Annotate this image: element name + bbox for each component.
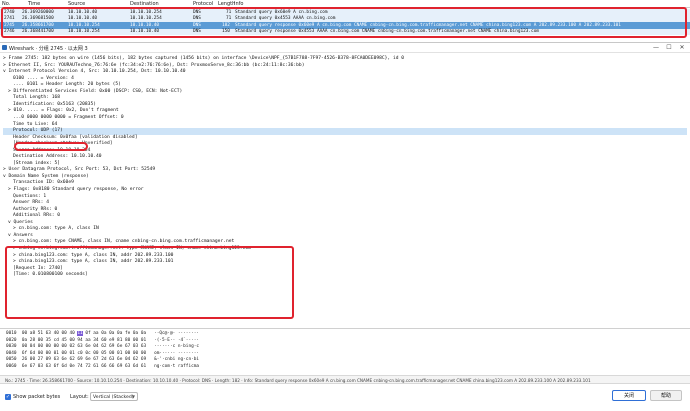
hex-dump-pane[interactable]: 0010 00 a8 51 63 40 00 40 11 0f aa 0a 0a… bbox=[0, 328, 690, 373]
wireshark-icon bbox=[2, 45, 7, 50]
hex-row: 0020 0a 28 00 35 cd 45 00 94 aa 34 60 e9… bbox=[6, 337, 200, 343]
chevron-down-icon: ▼ bbox=[131, 394, 135, 399]
layout-label: Layout: bbox=[70, 394, 89, 400]
status-bar: No.: 2745 · Time: 26.358661700 · Source:… bbox=[0, 375, 690, 384]
close-button[interactable]: 关闭 bbox=[612, 390, 646, 401]
hex-row: 0030 00 04 00 00 00 00 02 63 6e 04 62 69… bbox=[6, 344, 200, 349]
packet-row[interactable]: 2746 26.368441700 10.10.10.254 10.10.10.… bbox=[0, 28, 690, 35]
packet-detail-tree[interactable]: > Frame 2745: 182 bytes on wire (1456 bi… bbox=[3, 56, 687, 361]
status-text: No.: 2745 · Time: 26.358661700 · Source:… bbox=[5, 378, 591, 383]
layout-select[interactable]: Vertical (Stacked) ▼ bbox=[90, 392, 138, 401]
hex-row: 0040 6f 6d 00 00 01 00 01 c0 0c 00 05 00… bbox=[6, 350, 200, 356]
col-no[interactable]: No. bbox=[2, 1, 10, 7]
show-bytes-label: Show packet bytes bbox=[13, 394, 61, 400]
col-destination[interactable]: Destination bbox=[130, 1, 159, 7]
col-info[interactable]: Info bbox=[234, 1, 243, 7]
help-button[interactable]: 帮助 bbox=[650, 390, 682, 401]
maximize-icon[interactable]: ☐ bbox=[663, 44, 675, 51]
packet-list-header: No. Time Source Destination Protocol Len… bbox=[0, 0, 690, 8]
col-protocol[interactable]: Protocol bbox=[193, 1, 213, 7]
hex-row: 0050 26 00 27 09 63 6e 62 69 6e 67 2d 63… bbox=[6, 357, 200, 362]
hex-row: 0010 00 a8 51 63 40 00 40 11 0f aa 0a 0a… bbox=[6, 331, 200, 336]
packet-detail-window: Wireshark · 分组 2745 · 以太网 3 — ☐ ✕ > Fram… bbox=[0, 42, 690, 411]
packet-list[interactable]: No. Time Source Destination Protocol Len… bbox=[0, 0, 690, 40]
hex-row: 0060 6e 67 03 63 6f 6d 0e 74 72 61 66 66… bbox=[6, 363, 200, 369]
col-length[interactable]: Length bbox=[218, 1, 235, 7]
minimize-icon[interactable]: — bbox=[650, 44, 662, 51]
tree-row[interactable]: [Time: 0.010800100 seconds] bbox=[3, 272, 88, 279]
window-titlebar: Wireshark · 分组 2745 · 以太网 3 — ☐ ✕ bbox=[0, 43, 690, 53]
col-source[interactable]: Source bbox=[68, 1, 85, 7]
close-icon[interactable]: ✕ bbox=[676, 44, 688, 51]
col-time[interactable]: Time bbox=[28, 1, 40, 7]
bottom-bar: ✓ Show packet bytes Layout: Vertical (St… bbox=[0, 385, 690, 411]
window-title: Wireshark · 分组 2745 · 以太网 3 bbox=[9, 46, 88, 52]
show-bytes-checkbox[interactable]: ✓ bbox=[5, 394, 11, 400]
